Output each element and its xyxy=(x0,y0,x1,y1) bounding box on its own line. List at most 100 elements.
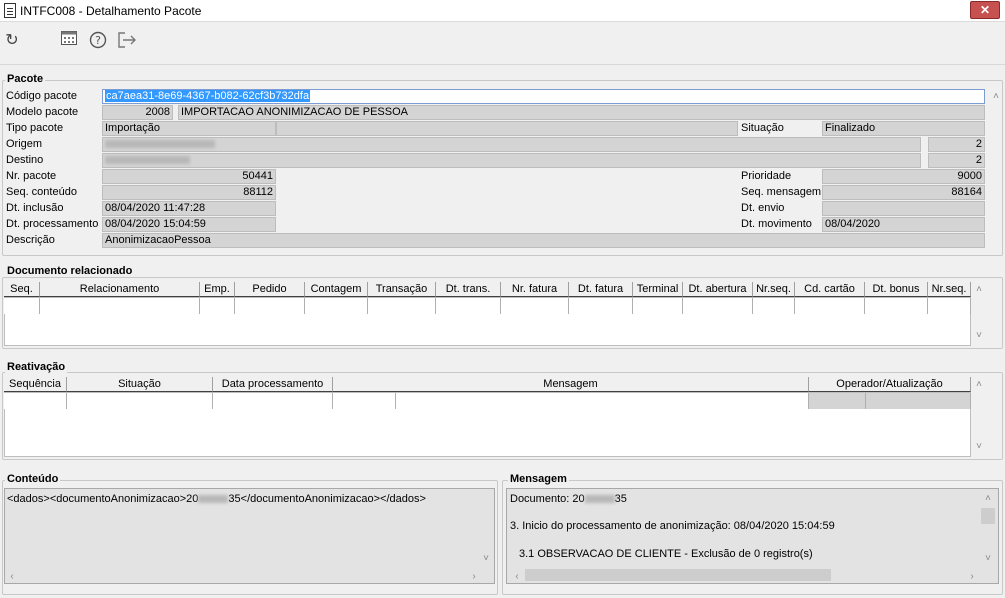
help-icon[interactable]: ? xyxy=(88,31,108,51)
codigo-pacote-field[interactable]: ca7aea31-8e69-4367-b082-62cf3b732dfa xyxy=(102,89,985,104)
col-dt-bonus[interactable]: Dt. bonus xyxy=(865,282,928,297)
close-button[interactable]: ✕ xyxy=(970,1,1000,19)
tipo-spacer-field xyxy=(276,121,738,136)
dt-movimento-field: 08/04/2020 xyxy=(822,217,985,232)
table-cell[interactable] xyxy=(436,298,501,314)
document-icon xyxy=(4,3,16,18)
tipo-field: Importação xyxy=(102,121,276,136)
col-dt-fatura[interactable]: Dt. fatura xyxy=(569,282,633,297)
origem-label: Origem xyxy=(6,138,43,150)
table-cell[interactable] xyxy=(200,298,235,314)
dt-inclusao-label: Dt. inclusão xyxy=(6,202,64,214)
nr-pacote-label: Nr. pacote xyxy=(6,170,57,182)
origem-field xyxy=(102,137,921,152)
col-relacionamento[interactable]: Relacionamento xyxy=(40,282,200,297)
col-nr-seq-2[interactable]: Nr.seq. xyxy=(928,282,971,297)
descricao-label: Descrição xyxy=(6,234,55,246)
mensagem-vscroll-thumb[interactable] xyxy=(981,508,995,524)
mensagem-textarea[interactable]: Documento: 20 35 3. Inicio do processamen… xyxy=(506,488,999,584)
pacote-scrollbar[interactable]: ˄ xyxy=(990,89,1002,249)
col-cd-cartao[interactable]: Cd. cartão xyxy=(795,282,865,297)
conteudo-textarea[interactable]: <dados><documentoAnonimizacao>20 35</docu… xyxy=(4,488,495,584)
table-cell[interactable] xyxy=(4,393,67,409)
col-sequencia[interactable]: Sequência xyxy=(4,377,67,392)
table-cell[interactable] xyxy=(305,298,368,314)
refresh-icon[interactable]: ↻ xyxy=(2,31,22,51)
modelo-code-field[interactable]: 2008 xyxy=(102,105,173,120)
nr-pacote-field: 50441 xyxy=(102,169,276,184)
col-emp[interactable]: Emp. xyxy=(200,282,235,297)
table-cell[interactable] xyxy=(501,298,569,314)
documento-table: Seq. Relacionamento Emp. Pedido Contagem… xyxy=(4,282,971,346)
table-cell[interactable] xyxy=(213,393,333,409)
col-seq[interactable]: Seq. xyxy=(4,282,40,297)
table-cell[interactable] xyxy=(333,393,396,409)
reativacao-legend: Reativação xyxy=(5,361,68,373)
table-cell[interactable] xyxy=(235,298,305,314)
origem-num-field: 2 xyxy=(928,137,985,152)
seq-conteudo-field: 88112 xyxy=(102,185,276,200)
table-cell[interactable] xyxy=(683,298,753,314)
conteudo-legend: Conteúdo xyxy=(5,473,61,485)
modelo-label: Modelo pacote xyxy=(6,106,79,118)
col-data-processamento[interactable]: Data processamento xyxy=(213,377,333,392)
descricao-field: AnonimizacaoPessoa xyxy=(102,233,985,248)
svg-text:?: ? xyxy=(95,34,101,47)
situacao-label: Situação xyxy=(741,122,784,134)
col-pedido[interactable]: Pedido xyxy=(235,282,305,297)
seq-conteudo-label: Seq. conteúdo xyxy=(6,186,77,198)
documento-legend: Documento relacionado xyxy=(5,265,135,277)
col-mensagem[interactable]: Mensagem xyxy=(333,377,809,392)
mensagem-line-2: 3. Inicio do processamento de anonimizaç… xyxy=(510,520,835,532)
calculator-icon[interactable] xyxy=(59,31,79,51)
situacao-field: Finalizado xyxy=(822,121,985,136)
table-cell[interactable] xyxy=(928,298,971,314)
table-cell[interactable] xyxy=(795,298,865,314)
col-terminal[interactable]: Terminal xyxy=(633,282,683,297)
destino-num-field: 2 xyxy=(928,153,985,168)
destino-label: Destino xyxy=(6,154,44,166)
dt-inclusao-field: 08/04/2020 11:47:28 xyxy=(102,201,276,216)
seq-mensagem-label: Seq. mensagem xyxy=(741,186,822,198)
col-contagem[interactable]: Contagem xyxy=(305,282,368,297)
col-dt-trans[interactable]: Dt. trans. xyxy=(436,282,501,297)
dt-envio-field xyxy=(822,201,985,216)
dt-movimento-label: Dt. movimento xyxy=(741,218,812,230)
codigo-label: Código pacote xyxy=(6,90,77,102)
mensagem-legend: Mensagem xyxy=(508,473,569,485)
dt-processamento-label: Dt. processamento xyxy=(6,218,99,230)
table-cell[interactable] xyxy=(368,298,436,314)
table-cell[interactable] xyxy=(4,298,40,314)
table-cell[interactable] xyxy=(67,393,213,409)
table-cell[interactable] xyxy=(396,393,809,409)
col-transacao[interactable]: Transação xyxy=(368,282,436,297)
col-nr-fatura[interactable]: Nr. fatura xyxy=(501,282,569,297)
table-cell[interactable] xyxy=(866,393,971,409)
mensagem-line-3: 3.1 OBSERVACAO DE CLIENTE - Exclusão de … xyxy=(519,548,813,560)
title-bar: INTFC008 - Detalhamento Pacote ✕ xyxy=(0,0,1005,22)
destino-field xyxy=(102,153,921,168)
toolbar-separator xyxy=(0,64,1005,65)
documento-scrollbar[interactable]: ˄ ˅ xyxy=(972,282,986,346)
table-cell[interactable] xyxy=(569,298,633,314)
table-cell[interactable] xyxy=(753,298,795,314)
reativacao-scrollbar[interactable]: ˄ ˅ xyxy=(972,377,986,457)
conteudo-text: <dados><documentoAnonimizacao>20 35</docu… xyxy=(7,493,426,505)
table-cell[interactable] xyxy=(40,298,200,314)
reativacao-table: Sequência Situação Data processamento Me… xyxy=(4,377,971,457)
mensagem-hscroll-thumb[interactable] xyxy=(525,569,831,581)
exit-icon[interactable] xyxy=(117,31,137,51)
prioridade-field: 9000 xyxy=(822,169,985,184)
col-dt-abertura[interactable]: Dt. abertura xyxy=(683,282,753,297)
table-cell[interactable] xyxy=(865,298,928,314)
col-operador-atualizacao[interactable]: Operador/Atualização xyxy=(809,377,971,392)
modelo-desc-field: IMPORTACAO ANONIMIZACAO DE PESSOA xyxy=(178,105,985,120)
mensagem-line-1: Documento: 20 35 xyxy=(510,493,627,505)
col-situacao[interactable]: Situação xyxy=(67,377,213,392)
col-nr-seq[interactable]: Nr.seq. xyxy=(753,282,795,297)
dt-processamento-field: 08/04/2020 15:04:59 xyxy=(102,217,276,232)
table-cell[interactable] xyxy=(809,393,866,409)
window-title: INTFC008 - Detalhamento Pacote xyxy=(20,4,202,18)
table-cell[interactable] xyxy=(633,298,683,314)
seq-mensagem-field: 88164 xyxy=(822,185,985,200)
